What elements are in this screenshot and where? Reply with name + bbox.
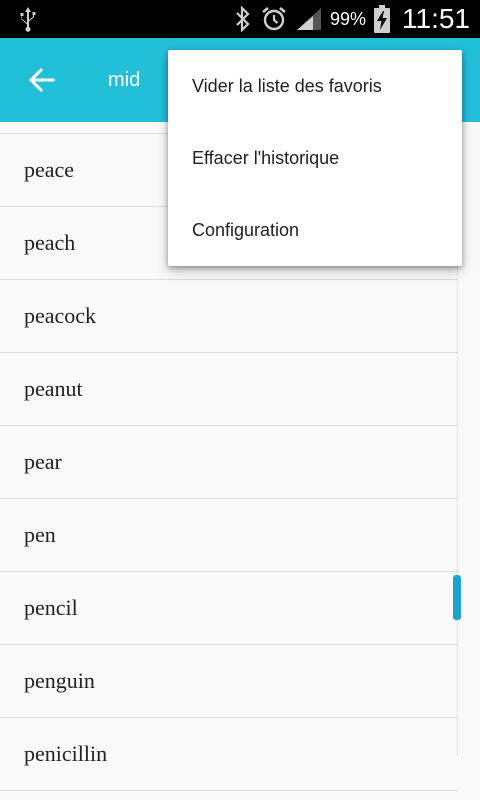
list-item[interactable]: pen [0,499,458,572]
scrollbar-thumb[interactable] [453,575,461,620]
overflow-menu: Vider la liste des favoris Effacer l'his… [168,50,462,266]
usb-icon [20,7,36,32]
search-input[interactable] [108,62,168,98]
back-button[interactable] [22,60,62,100]
alarm-clock-icon [262,6,286,31]
list-item-label: peach [24,230,76,255]
list-item-label: peacock [24,303,97,328]
status-time: 11:51 [402,3,470,34]
bluetooth-icon [236,6,250,32]
list-item[interactable]: pear [0,426,458,499]
list-item-label: pear [24,449,62,474]
list-item[interactable]: pencil [0,572,458,645]
list-item-label: peanut [24,376,83,401]
list-item[interactable]: peacock [0,280,458,353]
status-bar: 99% 11:51 [0,0,480,38]
battery-percent: 99% [329,8,366,29]
signal-icon [296,8,321,30]
battery-charging-icon [374,5,390,33]
list-item-label: pen [24,522,56,547]
arrow-left-icon [29,68,55,92]
list-item-label: pencil [24,595,78,620]
list-item-label: penicillin [24,741,108,766]
list-item[interactable]: peanut [0,353,458,426]
menu-item-clear-favorites[interactable]: Vider la liste des favoris [168,50,462,122]
list-item-label: penguin [24,668,95,693]
list-item[interactable]: penguin [0,645,458,718]
list-item[interactable]: penicillin [0,718,458,791]
menu-item-clear-history[interactable]: Effacer l'historique [168,122,462,194]
menu-item-settings[interactable]: Configuration [168,194,462,266]
list-item-label: peace [24,157,75,182]
